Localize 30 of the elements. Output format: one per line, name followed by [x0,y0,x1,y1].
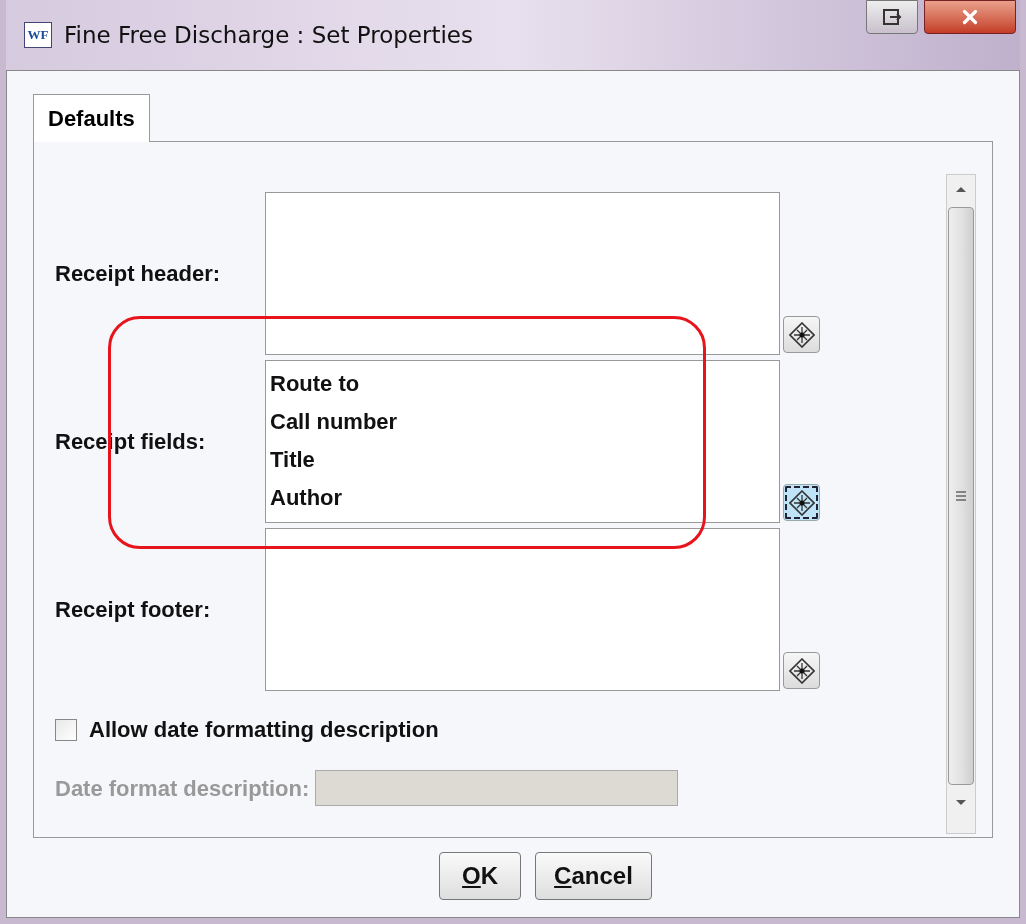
list-item[interactable]: Route to [270,365,775,403]
date-format-field[interactable] [315,770,679,806]
dialog-button[interactable]: Cancel [535,852,652,900]
compass-icon [788,321,815,348]
selector-button[interactable] [783,652,820,689]
window-title: Fine Free Discharge : Set Properties [64,20,473,50]
scrollbar[interactable] [946,174,976,834]
checkbox-label: Allow date formatting description [89,716,439,744]
list-item[interactable]: Call number [270,403,775,441]
list-box[interactable]: Route to Call number Title Author [265,360,780,523]
field-label: Receipt footer: [55,596,212,624]
close-button[interactable] [924,0,1016,34]
list-item[interactable]: Author [270,479,775,517]
window-icon [882,8,902,26]
scroll-thumb[interactable] [948,207,974,785]
app-icon: WF [24,22,52,48]
tab[interactable]: Defaults [33,94,150,142]
checkbox[interactable] [55,718,77,741]
list-item[interactable]: Title [270,441,775,479]
compass-icon [788,489,815,516]
compass-icon [788,657,815,684]
field-label: Date format description: [55,774,310,803]
scroll-down-icon [955,799,967,807]
field-label: Receipt header: [55,260,222,288]
grip-icon [956,490,966,502]
selector-button[interactable] [783,484,820,521]
dialog-button[interactable]: OK [439,852,522,900]
scroll-up-icon [955,185,967,193]
selector-button[interactable] [783,316,820,353]
restore-button[interactable] [866,0,918,34]
